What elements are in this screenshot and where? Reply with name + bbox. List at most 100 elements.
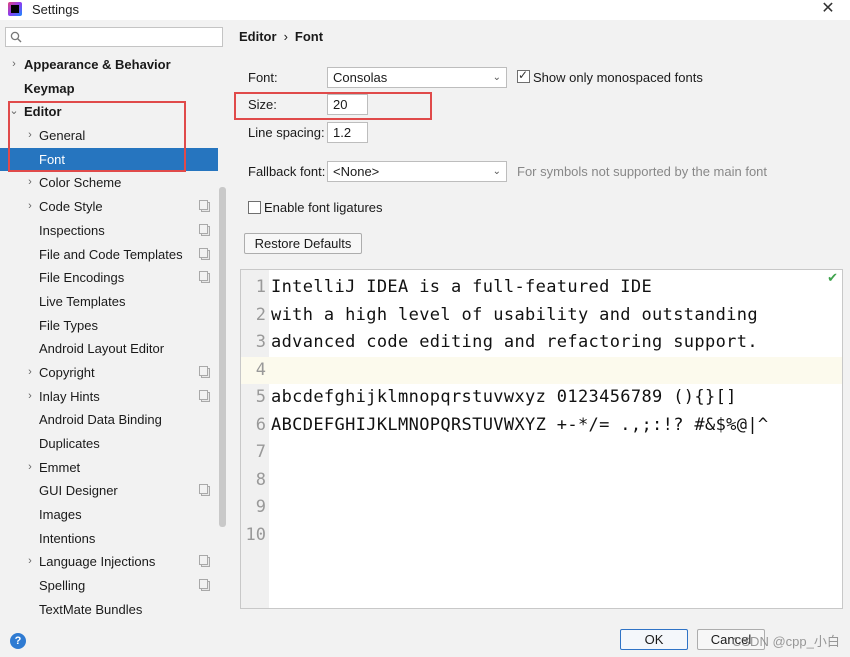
sidebar-item-inlay-hints[interactable]: › Inlay Hints [0,385,218,409]
sidebar-item-label: Inlay Hints [39,388,100,404]
sidebar-item-label: GUI Designer [39,483,118,499]
sidebar-item-android-data-binding[interactable]: Android Data Binding [0,408,218,432]
chevron-right-icon[interactable]: › [24,124,36,148]
preview-line-text: ABCDEFGHIJKLMNOPQRSTUVWXYZ +-*/= .,;:!? … [271,414,769,435]
project-settings-icon [199,365,210,378]
restore-defaults-button[interactable]: Restore Defaults [244,233,362,254]
sidebar-item-label: Emmet [39,459,81,475]
sidebar-scrollbar[interactable] [219,187,226,527]
size-label: Size: [248,97,277,112]
sidebar-item-images[interactable]: Images [0,503,218,527]
chevron-right-icon[interactable]: › [24,171,36,195]
fallback-font-label: Fallback font: [248,164,326,179]
breadcrumb-parent[interactable]: Editor [239,29,277,44]
chevron-down-icon[interactable]: ⌄ [8,100,20,124]
line-number: 5 [255,387,266,407]
chevron-right-icon[interactable]: › [24,550,36,574]
sidebar-item-label: Keymap [24,80,75,96]
font-preview-editor[interactable]: 1 IntelliJ IDEA is a full-featured IDE 2 wi… [240,269,843,609]
sidebar-item-label: File Encodings [39,270,125,286]
fallback-font-combobox[interactable]: <None> ⌄ [327,161,507,182]
sidebar-item-label: Code Style [39,199,103,215]
close-icon[interactable]: ✕ [820,0,836,18]
sidebar-item-inspections[interactable]: Inspections [0,219,218,243]
sidebar-item-copyright[interactable]: › Copyright [0,361,218,385]
sidebar-item-label: Images [39,507,82,523]
preview-line: 8 [241,467,842,495]
preview-line-text: with a high level of usability and outst… [271,304,758,325]
chevron-right-icon[interactable]: › [8,53,20,77]
sidebar-item-label: Android Layout Editor [39,341,165,357]
sidebar-item-file-types[interactable]: File Types [0,314,218,338]
sidebar-item-color-scheme[interactable]: › Color Scheme [0,171,218,195]
sidebar-item-label: Intentions [39,530,96,546]
chevron-right-icon[interactable]: › [24,385,36,409]
line-number: 1 [255,277,266,297]
breadcrumb: Editor › Font [239,29,323,44]
sidebar-item-label: Editor [24,104,62,120]
chevron-right-icon[interactable]: › [24,195,36,219]
sidebar-item-language-injections[interactable]: › Language Injections [0,550,218,574]
chevron-right-icon[interactable]: › [24,456,36,480]
sidebar-item-label: TextMate Bundles [39,601,143,617]
sidebar-item-label: Color Scheme [39,175,122,191]
project-settings-icon [199,271,210,284]
size-input[interactable]: 20 [327,94,368,115]
sidebar-item-file-and-code-templates[interactable]: File and Code Templates [0,243,218,267]
search-field[interactable] [5,27,223,47]
sidebar-item-general[interactable]: › General [0,124,218,148]
ligatures-checkbox[interactable] [248,201,261,214]
app-logo-icon [8,2,22,16]
line-number: 8 [255,469,266,490]
sidebar-item-emmet[interactable]: › Emmet [0,456,218,480]
chevron-down-icon: ⌄ [492,166,501,177]
line-number: 6 [255,414,266,435]
ok-button[interactable]: OK [620,629,688,650]
sidebar-item-textmate-bundles[interactable]: TextMate Bundles [0,598,218,622]
font-label: Font: [248,70,278,85]
sidebar-item-keymap[interactable]: Keymap [0,77,218,101]
help-icon[interactable]: ? [10,633,26,649]
line-number: 10 [245,524,266,545]
font-combobox[interactable]: Consolas ⌄ [327,67,507,88]
project-settings-icon [199,484,210,497]
sidebar-item-intentions[interactable]: Intentions [0,527,218,551]
ligatures-label[interactable]: Enable font ligatures [264,200,383,215]
line-number: 7 [255,442,266,462]
sidebar-item-label: Live Templates [39,293,126,309]
preview-line-text: abcdefghijklmnopqrstuvwxyz 0123456789 ()… [271,387,737,407]
sidebar-item-appearance-behavior[interactable]: › Appearance & Behavior [0,53,218,77]
sidebar-item-label: Appearance & Behavior [24,57,171,72]
project-settings-icon [199,389,210,402]
sidebar-item-live-templates[interactable]: Live Templates [0,290,218,314]
preview-line-text: advanced code editing and refactoring su… [271,332,758,352]
preview-line: 3 advanced code editing and refactoring s… [241,329,842,357]
monospaced-label[interactable]: Show only monospaced fonts [533,70,703,85]
sidebar-item-spelling[interactable]: Spelling [0,574,218,598]
watermark: CSDN @cpp_小白 [732,634,840,649]
chevron-right-icon[interactable]: › [24,361,36,385]
project-settings-icon [199,579,210,592]
sidebar-item-file-encodings[interactable]: File Encodings [0,266,218,290]
search-icon [10,31,22,43]
sidebar-item-android-layout-editor[interactable]: Android Layout Editor [0,337,218,361]
dialog-footer: ? OK Cancel CSDN @cpp_小白 [0,622,850,657]
project-settings-icon [199,247,210,260]
line-number: 3 [255,332,266,352]
sidebar-item-editor[interactable]: ⌄ Editor [0,100,218,124]
monospaced-checkbox[interactable] [517,68,530,83]
sidebar-item-code-style[interactable]: › Code Style [0,195,218,219]
green-check-icon: ✔ [827,270,838,285]
sidebar-item-duplicates[interactable]: Duplicates [0,432,218,456]
preview-line: 6 ABCDEFGHIJKLMNOPQRSTUVWXYZ +-*/= .,;:!?… [241,412,842,440]
sidebar-item-label: Inspections [39,222,105,238]
chevron-down-icon: ⌄ [492,72,501,83]
line-spacing-input[interactable]: 1.2 [327,122,368,143]
preview-line: 7 [241,439,842,467]
sidebar-item-label: Language Injections [39,554,156,570]
font-value: Consolas [333,70,388,85]
sidebar-item-gui-designer[interactable]: GUI Designer [0,479,218,503]
sidebar-item-font[interactable]: Font [0,147,218,172]
search-input[interactable] [28,29,218,45]
sidebar-item-label: Font [39,151,66,167]
